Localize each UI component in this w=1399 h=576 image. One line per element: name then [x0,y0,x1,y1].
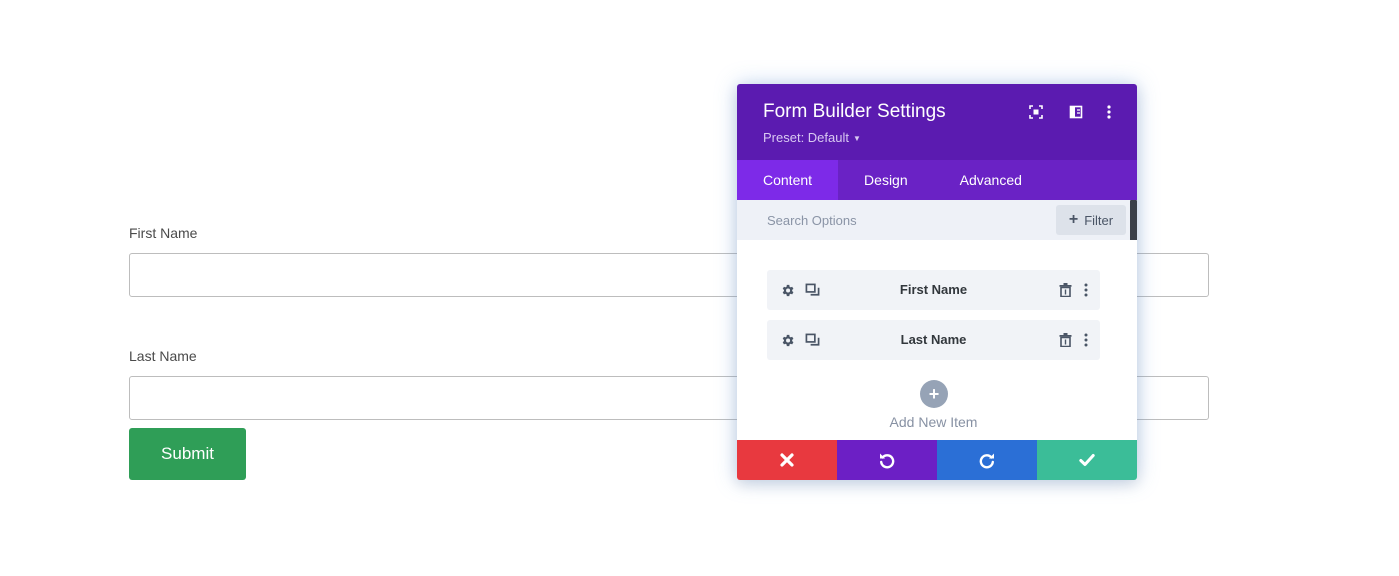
trash-icon[interactable] [1056,281,1074,299]
add-item-label[interactable]: Add New Item [737,414,1130,430]
undo-icon [880,453,895,469]
cancel-button[interactable] [737,440,837,480]
search-input[interactable] [755,206,1025,234]
content-area: First Name Last Name + Add New Item [737,240,1137,440]
page: First Name Last Name Submit Form Builder… [0,0,1399,576]
preset-label: Preset: Default [763,130,849,145]
first-name-label: First Name [129,225,198,241]
expand-icon[interactable] [1027,103,1045,121]
last-name-label: Last Name [129,348,197,364]
preset-selector[interactable]: Preset: Default ▼ [763,130,861,145]
filter-label: Filter [1084,212,1114,228]
filter-button[interactable]: + Filter [1056,205,1126,235]
list-item[interactable]: Last Name [767,320,1100,360]
search-bar: + Filter [737,200,1137,240]
caret-down-icon: ▼ [853,134,861,144]
modal-header[interactable]: Form Builder Settings Preset: Default ▼ [737,84,1137,160]
add-item-button[interactable]: + [920,380,948,408]
submit-button[interactable]: Submit [129,428,246,480]
settings-modal: Form Builder Settings Preset: Default ▼ [737,84,1137,480]
item-label: First Name [899,282,968,297]
more-vertical-icon[interactable] [1100,103,1118,121]
trash-icon[interactable] [1056,331,1074,349]
tab-content[interactable]: Content [737,160,839,200]
check-icon [1079,454,1095,466]
save-button[interactable] [1037,440,1137,480]
modal-footer [737,440,1137,480]
redo-button[interactable] [937,440,1037,480]
plus-icon: + [1068,211,1079,228]
more-vertical-icon[interactable] [1077,281,1095,299]
redo-icon [979,453,994,469]
close-icon [780,453,794,467]
tab-advanced[interactable]: Advanced [934,160,1048,200]
plus-icon: + [928,383,940,404]
more-vertical-icon[interactable] [1077,331,1095,349]
split-view-icon[interactable] [1067,103,1085,121]
item-label: Last Name [900,332,967,347]
modal-title: Form Builder Settings [763,101,946,122]
list-item[interactable]: First Name [767,270,1100,310]
undo-button[interactable] [837,440,937,480]
modal-tabs: Content Design Advanced [737,160,1137,200]
tab-design[interactable]: Design [838,160,934,200]
